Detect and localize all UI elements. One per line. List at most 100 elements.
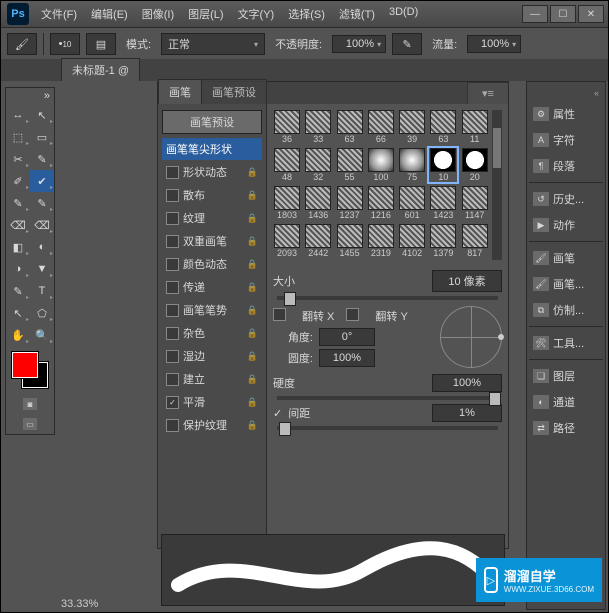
brush-tip-preset[interactable]: 39 xyxy=(398,110,426,144)
brush-tip-preset[interactable]: 1436 xyxy=(304,186,332,220)
opacity-input[interactable]: 100% ▾ xyxy=(332,35,386,53)
section-checkbox[interactable] xyxy=(166,373,179,386)
brush-tip-preset[interactable]: 2442 xyxy=(304,224,332,258)
brush-section-item[interactable]: 杂色🔒 xyxy=(162,322,262,344)
brush-tip-grid[interactable]: 3633636639631148325510075102018031436123… xyxy=(273,110,502,260)
brush-tip-preset[interactable]: 33 xyxy=(304,110,332,144)
section-checkbox[interactable] xyxy=(166,419,179,432)
brush-tip-preset[interactable]: 601 xyxy=(398,186,426,220)
brush-section-item[interactable]: ✓平滑🔒 xyxy=(162,391,262,413)
brush-tip-preset[interactable]: 32 xyxy=(304,148,332,182)
panel-shortcut[interactable]: ↺历史... xyxy=(529,187,603,211)
brush-tip-preset[interactable]: 1147 xyxy=(461,186,489,220)
menu-edit[interactable]: 编辑(E) xyxy=(85,2,134,26)
blend-mode-dropdown[interactable]: 正常▾ xyxy=(161,33,265,55)
panel-shortcut[interactable]: ⇄路径 xyxy=(529,416,603,440)
brush-tip-preset[interactable]: 36 xyxy=(273,110,301,144)
tool-button[interactable]: ◧▸ xyxy=(6,236,30,258)
flip-y-checkbox[interactable] xyxy=(346,308,363,324)
brush-tip-preset[interactable]: 1455 xyxy=(336,224,364,258)
brush-tip-preset[interactable]: 2093 xyxy=(273,224,301,258)
tab-brush-presets[interactable]: 画笔预设 xyxy=(201,79,267,104)
brush-section-item[interactable]: 颜色动态🔒 xyxy=(162,253,262,275)
brush-section-item[interactable]: 保护纹理🔒 xyxy=(162,414,262,436)
tool-button[interactable]: T▸ xyxy=(30,280,54,302)
tool-button[interactable]: ↖▸ xyxy=(6,302,30,324)
tool-button[interactable]: ✋▸ xyxy=(6,324,30,346)
window-minimize-button[interactable]: — xyxy=(522,5,548,23)
tool-button[interactable]: ⌫▸ xyxy=(6,214,30,236)
menu-layer[interactable]: 图层(L) xyxy=(182,2,229,26)
screenmode-icon[interactable]: ▭ xyxy=(23,418,37,430)
preset-scrollbar[interactable] xyxy=(492,110,502,260)
brush-tip-preset[interactable]: 1216 xyxy=(367,186,395,220)
section-checkbox[interactable] xyxy=(166,281,179,294)
menu-select[interactable]: 选择(S) xyxy=(282,2,331,26)
section-checkbox[interactable] xyxy=(166,327,179,340)
section-checkbox[interactable] xyxy=(166,235,179,248)
menu-filter[interactable]: 滤镜(T) xyxy=(333,2,381,26)
preset-scrollbar-thumb[interactable] xyxy=(493,128,501,168)
brush-tip-preset[interactable]: 75 xyxy=(398,148,426,182)
brush-tip-preset[interactable]: 63 xyxy=(429,110,457,144)
menu-3d[interactable]: 3D(D) xyxy=(383,2,424,26)
section-checkbox[interactable] xyxy=(166,258,179,271)
panel-shortcut[interactable]: ⧉仿制... xyxy=(529,298,603,322)
tool-button[interactable]: ✂▸ xyxy=(6,148,30,170)
panel-shortcut[interactable]: 🖌画笔... xyxy=(529,272,603,296)
tool-button[interactable]: ⬠▸ xyxy=(30,302,54,324)
quickmask-icon[interactable]: ◙ xyxy=(23,398,37,410)
brush-preset-picker[interactable]: •10 xyxy=(50,33,80,55)
angle-input[interactable]: 0° xyxy=(319,328,375,346)
size-input[interactable]: 10 像素 xyxy=(432,270,502,292)
brush-tip-preset[interactable]: 1803 xyxy=(273,186,301,220)
tool-button[interactable]: ✔▸ xyxy=(30,170,54,192)
tool-button[interactable]: 🔍▸ xyxy=(30,324,54,346)
brush-tip-preset[interactable]: 1379 xyxy=(429,224,457,258)
brush-tip-preset[interactable]: 10 xyxy=(429,148,457,182)
tool-button[interactable]: ◐▸ xyxy=(30,236,54,258)
pressure-opacity-icon[interactable]: ✎ xyxy=(392,33,422,55)
brush-section-item[interactable]: 画笔笔尖形状 xyxy=(162,138,262,160)
spacing-slider[interactable] xyxy=(277,426,498,430)
brush-tip-preset[interactable]: 63 xyxy=(336,110,364,144)
brush-tip-preset[interactable]: 4102 xyxy=(398,224,426,258)
tool-button[interactable]: ▼▸ xyxy=(30,258,54,280)
section-checkbox[interactable]: ✓ xyxy=(166,396,179,409)
panel-menu-icon[interactable]: ▾≡ xyxy=(467,82,509,104)
brush-tip-preset[interactable]: 20 xyxy=(461,148,489,182)
panel-shortcut[interactable]: 🛠工具... xyxy=(529,331,603,355)
brush-section-item[interactable]: 散布🔒 xyxy=(162,184,262,206)
panel-shortcut[interactable]: ¶段落 xyxy=(529,154,603,178)
tool-button[interactable]: ✎▸ xyxy=(6,280,30,302)
tool-button[interactable]: ◑▸ xyxy=(6,258,30,280)
panel-shortcut[interactable]: ◐通道 xyxy=(529,390,603,414)
toolcol-collapse-icon[interactable]: » xyxy=(6,88,54,104)
section-checkbox[interactable] xyxy=(166,189,179,202)
hardness-slider[interactable] xyxy=(277,396,498,400)
current-tool-icon[interactable]: 🖌 xyxy=(7,33,37,55)
spacing-checkbox[interactable]: ✓ xyxy=(273,407,282,420)
brush-tip-preset[interactable]: 817 xyxy=(461,224,489,258)
brush-section-item[interactable]: 湿边🔒 xyxy=(162,345,262,367)
document-tab[interactable]: 未标题-1 @ xyxy=(61,58,140,81)
brush-tip-preset[interactable]: 1423 xyxy=(429,186,457,220)
panel-shortcut[interactable]: A字符 xyxy=(529,128,603,152)
tool-button[interactable]: ▭▸ xyxy=(30,126,54,148)
brush-tip-preset[interactable]: 1237 xyxy=(336,186,364,220)
roundness-input[interactable]: 100% xyxy=(319,349,375,367)
tab-brush[interactable]: 画笔 xyxy=(158,79,202,104)
section-checkbox[interactable] xyxy=(166,212,179,225)
brush-tip-preset[interactable]: 66 xyxy=(367,110,395,144)
brush-section-item[interactable]: 形状动态🔒 xyxy=(162,161,262,183)
foreground-color-swatch[interactable] xyxy=(12,352,38,378)
brush-section-item[interactable]: 画笔笔势🔒 xyxy=(162,299,262,321)
tool-button[interactable]: ✎▸ xyxy=(30,148,54,170)
zoom-display[interactable]: 33.33% xyxy=(61,598,98,610)
brush-tip-preset[interactable]: 55 xyxy=(336,148,364,182)
menu-type[interactable]: 文字(Y) xyxy=(232,2,281,26)
hardness-input[interactable]: 100% xyxy=(432,374,502,392)
brush-tip-preset[interactable]: 2319 xyxy=(367,224,395,258)
rightstrip-collapse-icon[interactable]: « xyxy=(529,86,603,100)
section-checkbox[interactable] xyxy=(166,166,179,179)
